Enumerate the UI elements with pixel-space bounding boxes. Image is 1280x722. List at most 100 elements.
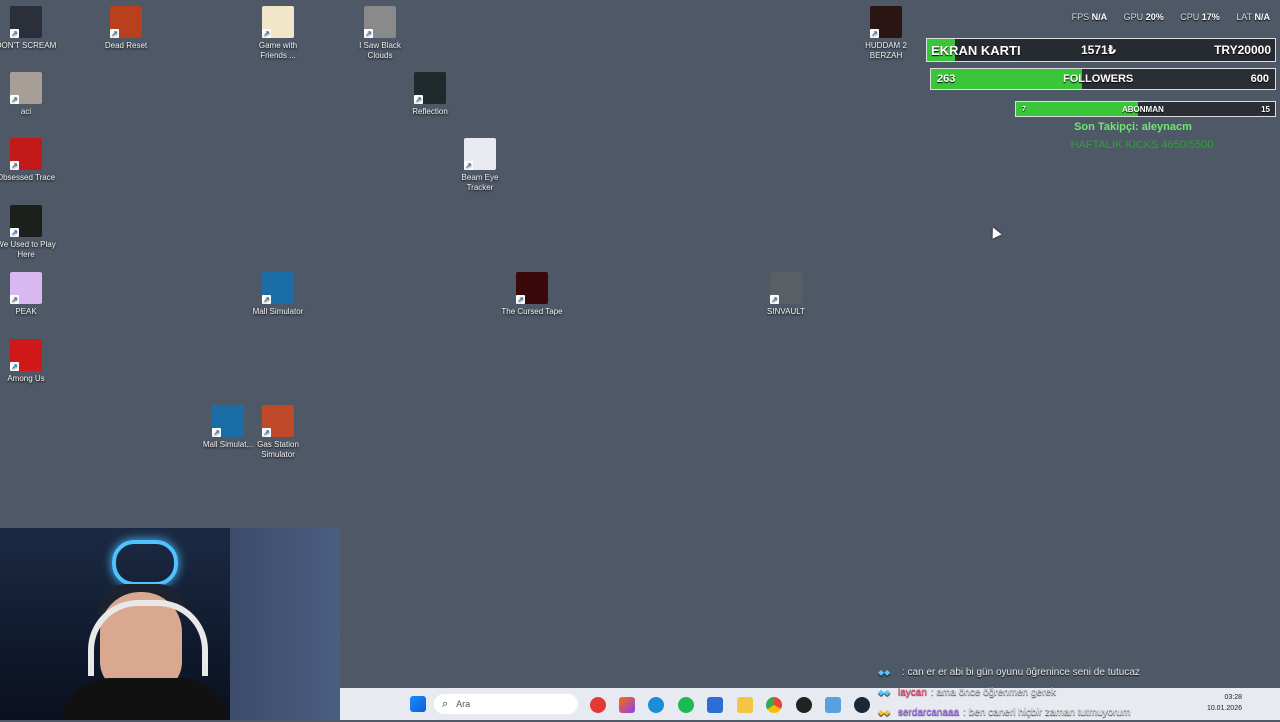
app-icon: ↗ xyxy=(10,6,42,38)
followers-label: FOLLOWERS xyxy=(1063,73,1134,85)
desktop-icon[interactable]: ↗ We Used to Play Here xyxy=(0,205,58,260)
webcam-feed xyxy=(0,528,340,720)
app-icon: ↗ xyxy=(516,272,548,304)
desktop-icon-label: DON'T SCREAM xyxy=(0,41,57,50)
desktop-icon[interactable]: ↗ Beam Eye Tracker xyxy=(448,138,512,193)
app-icon: ↗ xyxy=(262,6,294,38)
store-icon[interactable] xyxy=(707,697,723,713)
steam-icon[interactable] xyxy=(854,697,870,713)
app-icon: ↗ xyxy=(870,6,902,38)
app-icon: ↗ xyxy=(10,339,42,371)
app-icon-red[interactable] xyxy=(590,697,606,713)
shortcut-arrow-icon: ↗ xyxy=(10,161,19,170)
shortcut-arrow-icon: ↗ xyxy=(10,295,19,304)
desktop-icon[interactable]: ↗ DON'T SCREAM xyxy=(0,6,58,51)
desktop-icon[interactable]: ↗ Reflection xyxy=(398,72,462,117)
shortcut-arrow-icon: ↗ xyxy=(870,29,879,38)
chat-badge-icon: ◆◆ xyxy=(878,707,891,717)
windows-start-icon[interactable] xyxy=(410,696,426,712)
desktop-icon-label: Among Us xyxy=(7,374,45,383)
desktop-icon[interactable]: ↗ Mall Simulator xyxy=(246,272,310,317)
abonman-target: 15 xyxy=(1261,104,1270,114)
edge-icon[interactable] xyxy=(648,697,664,713)
shortcut-arrow-icon: ↗ xyxy=(262,29,271,38)
followers-current: 263 xyxy=(937,73,956,85)
folder-icon[interactable] xyxy=(737,697,753,713)
search-icon: ⌕ xyxy=(442,697,449,710)
weekly-kicks: HAFTALIK KICKS 4650/5500 xyxy=(1070,139,1214,151)
shortcut-arrow-icon: ↗ xyxy=(364,29,373,38)
app-icon: ↗ xyxy=(10,272,42,304)
app-icon: ↗ xyxy=(364,6,396,38)
desktop-icon-label: Reflection xyxy=(412,107,448,116)
desktop-icon[interactable]: ↗ Game with Friends ... xyxy=(246,6,310,61)
desktop-icon[interactable]: ↗ aci xyxy=(0,72,58,117)
chrome-icon[interactable] xyxy=(766,697,782,713)
desktop-icon[interactable]: ↗ Among Us xyxy=(0,339,58,384)
desktop-icon-label: Beam Eye Tracker xyxy=(461,173,499,192)
app-icon: ↗ xyxy=(770,272,802,304)
shortcut-arrow-icon: ↗ xyxy=(262,295,271,304)
chat-overlay: ◆◆ : can er er abi bi gün oyunu öğreninc… xyxy=(878,662,1278,722)
shortcut-arrow-icon: ↗ xyxy=(212,428,221,437)
desktop-icon-label: Gas Station Simulator xyxy=(257,440,299,459)
desktop-icon[interactable]: ↗ The Cursed Tape xyxy=(500,272,564,317)
mouse-cursor xyxy=(988,225,1002,239)
abonman-goal-bar: 7 ABONMAN 15 xyxy=(1015,101,1276,117)
abonman-label: ABONMAN xyxy=(1122,104,1164,114)
app-icon: ↗ xyxy=(262,405,294,437)
desktop-icon[interactable]: ↗ HUDDAM 2 BERZAH xyxy=(854,6,918,61)
shortcut-arrow-icon: ↗ xyxy=(464,161,473,170)
desktop-icon-label: Game with Friends ... xyxy=(258,41,298,60)
abonman-current: 7 xyxy=(1022,105,1026,113)
search-placeholder: Ara xyxy=(456,699,471,709)
desktop-icon-label: We Used to Play Here xyxy=(0,240,56,259)
app-icon: ↗ xyxy=(262,272,294,304)
app-icon-dark[interactable] xyxy=(796,697,812,713)
desktop-icon[interactable]: ↗ SINVAULT xyxy=(754,272,818,317)
desktop-icon[interactable]: ↗ Gas Station Simulator xyxy=(246,405,310,460)
desktop-icon-label: Obsessed Trace xyxy=(0,173,56,182)
shortcut-arrow-icon: ↗ xyxy=(10,362,19,371)
app-icon: ↗ xyxy=(110,6,142,38)
spotify-icon[interactable] xyxy=(678,697,694,713)
desktop-icon-label: Dead Reset xyxy=(104,41,148,50)
desktop-icon[interactable]: ↗ PEAK xyxy=(0,272,58,317)
shortcut-arrow-icon: ↗ xyxy=(10,95,19,104)
ekran-karti-target: TRY20000 xyxy=(1214,43,1271,57)
app-icon: ↗ xyxy=(10,72,42,104)
ekran-karti-current: 1571₺ xyxy=(1081,43,1117,57)
chat-badge-icon: ◆◆ xyxy=(878,687,891,697)
shortcut-arrow-icon: ↗ xyxy=(770,295,779,304)
desktop-icon-label: HUDDAM 2 BERZAH xyxy=(865,41,907,60)
chat-message: ◆◆ serdarcanaaa : ben caneri hiçbir zama… xyxy=(878,706,1131,718)
shortcut-arrow-icon: ↗ xyxy=(414,95,423,104)
desktop-icon[interactable]: ↗ Dead Reset xyxy=(94,6,158,51)
desktop-icon-label: SINVAULT xyxy=(767,307,805,316)
app-icon: ↗ xyxy=(414,72,446,104)
desktop-icon-label: Mall Simulator xyxy=(252,307,304,316)
performance-stats: FPS N/A GPU 20% CPU 17% LAT N/A xyxy=(1071,12,1270,22)
app-icon-gear[interactable] xyxy=(825,697,841,713)
app-icon: ↗ xyxy=(10,205,42,237)
chat-badge-icon: ◆◆ xyxy=(878,667,891,677)
desktop-icon-label: PEAK xyxy=(15,307,37,316)
ekran-karti-goal-bar: EKRAN KARTI 1571₺ TRY20000 xyxy=(926,38,1276,62)
app-icon: ↗ xyxy=(464,138,496,170)
abonman-progress-fill xyxy=(1016,102,1138,116)
app-icon-copilot[interactable] xyxy=(619,697,635,713)
ekran-karti-label: EKRAN KARTI xyxy=(931,42,1021,58)
taskbar-search[interactable]: ⌕ Ara xyxy=(434,694,578,714)
followers-target: 600 xyxy=(1250,73,1269,85)
desktop-icon[interactable]: ↗ I Saw Black Clouds xyxy=(348,6,412,61)
app-icon: ↗ xyxy=(10,138,42,170)
shortcut-arrow-icon: ↗ xyxy=(516,295,525,304)
shortcut-arrow-icon: ↗ xyxy=(10,228,19,237)
app-icon: ↗ xyxy=(212,405,244,437)
desktop-icon[interactable]: ↗ Obsessed Trace xyxy=(0,138,58,183)
chat-message: ◆◆ laycan : ama önce öğrenmen gerek xyxy=(878,686,1056,698)
desktop-icon-label: The Cursed Tape xyxy=(501,307,563,316)
desktop-icon-label: aci xyxy=(20,107,32,116)
shortcut-arrow-icon: ↗ xyxy=(262,428,271,437)
followers-goal-bar: 263 FOLLOWERS 600 xyxy=(930,68,1276,90)
